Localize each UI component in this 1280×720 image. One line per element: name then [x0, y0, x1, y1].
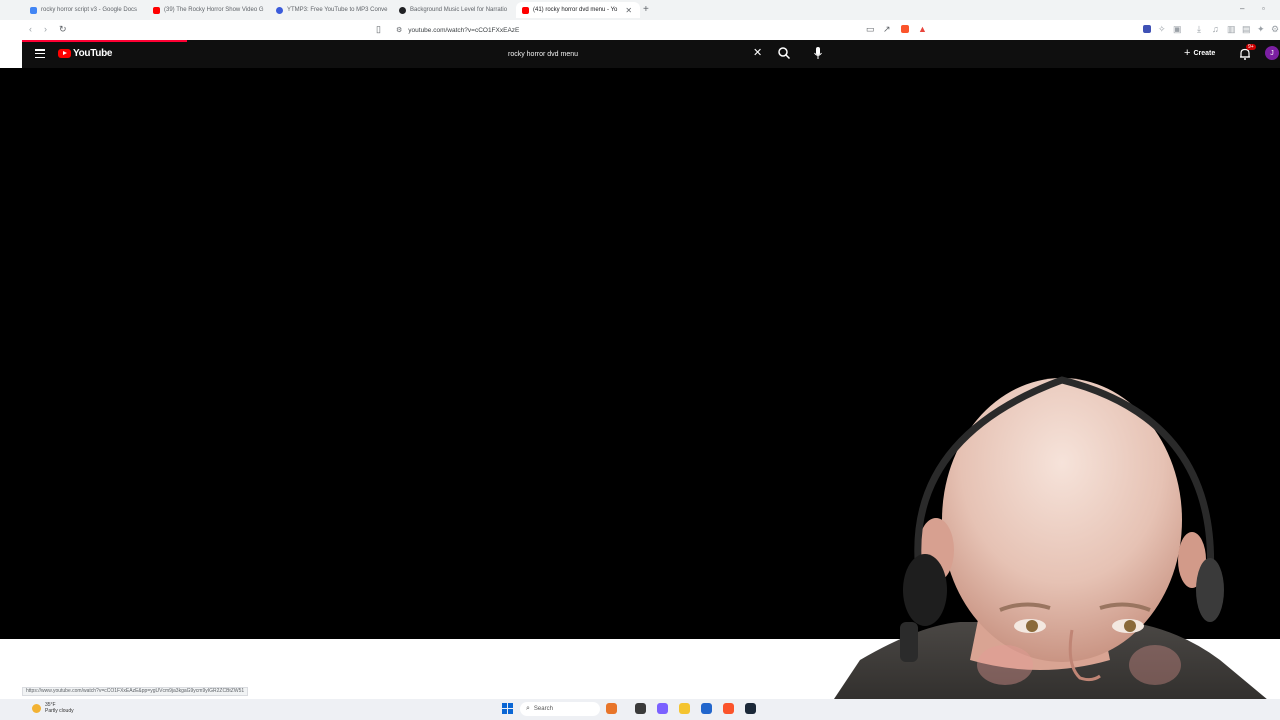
google-docs-icon [30, 6, 37, 14]
address-url: youtube.com/watch?v=cCO1FXxEAzE [408, 26, 520, 34]
page-load-progress-bar [22, 40, 187, 42]
close-tab-icon[interactable]: ✕ [625, 6, 632, 15]
tab-label: (39) The Rocky Horror Show Video G [164, 7, 264, 13]
taskbar-search-label: Search [533, 706, 553, 712]
share-icon[interactable]: ↗ [883, 24, 891, 35]
windows-taskbar: 35°F Partly cloudy ⌕ Search [0, 699, 1280, 720]
create-button[interactable]: + Create [1184, 47, 1215, 59]
chatgpt-icon [399, 6, 406, 14]
search-icon: ⌕ [526, 705, 530, 712]
sidebar-icon[interactable]: ▣ [1173, 24, 1182, 35]
screen: rocky horror script v3 - Google Docs (39… [0, 0, 1280, 720]
back-icon[interactable]: ‹ [29, 24, 32, 34]
microphone-icon[interactable] [812, 45, 824, 61]
weather-text: 35°F Partly cloudy [45, 702, 74, 714]
cast-icon[interactable]: ▭ [866, 24, 875, 35]
address-bar[interactable]: ⚙ youtube.com/watch?v=cCO1FXxEAzE [390, 22, 930, 38]
widget-app-icon[interactable] [606, 703, 617, 714]
steam-icon[interactable] [745, 703, 756, 714]
menu-icon[interactable]: ⚙ [1271, 24, 1279, 35]
maximize-icon[interactable]: ▫ [1262, 4, 1265, 13]
file-explorer-icon[interactable] [679, 703, 690, 714]
tab-label: (41) rocky horror dvd menu - Yo [533, 7, 618, 13]
tab-label: YTMP3: Free YouTube to MP3 Conve [287, 7, 388, 13]
tab-label: Background Music Level for Narratio [410, 7, 508, 13]
task-view-icon[interactable] [635, 703, 646, 714]
ytmp3-icon [276, 6, 283, 14]
hamburger-menu-icon[interactable] [35, 49, 45, 58]
forward-icon[interactable]: › [44, 24, 47, 34]
clear-search-icon[interactable]: ✕ [753, 46, 762, 59]
logo-text: YouTube [73, 48, 113, 59]
brave-browser-icon[interactable] [723, 703, 734, 714]
browser-toolbar: ‹ › ↻ ▯ ⚙ youtube.com/watch?v=cCO1FXxEAz… [0, 20, 1280, 40]
store-icon[interactable] [701, 703, 712, 714]
webcam-overlay [820, 376, 1280, 720]
tab-youtube-rocky-horror-show[interactable]: (39) The Rocky Horror Show Video G [147, 2, 269, 18]
notification-count-badge: 9+ [1246, 44, 1256, 50]
tab-google-docs[interactable]: rocky horror script v3 - Google Docs [24, 2, 146, 18]
weather-widget[interactable]: 35°F Partly cloudy [32, 702, 74, 714]
media-icon[interactable]: ♫ [1212, 24, 1219, 34]
wallet-icon[interactable]: ▤ [1242, 24, 1251, 35]
reload-icon[interactable]: ↻ [59, 24, 67, 35]
browser-tab-strip: rocky horror script v3 - Google Docs (39… [0, 0, 1280, 20]
youtube-logo[interactable]: YouTube [58, 48, 113, 59]
search-value: rocky horror dvd menu [508, 50, 579, 58]
windows-start-icon[interactable] [502, 703, 513, 714]
search-input[interactable]: rocky horror dvd menu [500, 44, 770, 64]
minimize-icon[interactable]: – [1240, 4, 1244, 13]
bookmark-icon[interactable]: ▯ [376, 24, 381, 35]
extension-icon[interactable] [1143, 25, 1151, 33]
site-info-icon[interactable]: ⚙ [396, 26, 402, 34]
copilot-icon[interactable] [657, 703, 668, 714]
leo-icon[interactable]: ✦ [1257, 24, 1265, 35]
youtube-play-icon [58, 49, 71, 58]
tab-background-music[interactable]: Background Music Level for Narratio [393, 2, 515, 18]
tab-rocky-horror-dvd-menu[interactable]: (41) rocky horror dvd menu - Yo ✕ [516, 2, 640, 18]
split-view-icon[interactable]: ▥ [1227, 24, 1236, 35]
create-label: Create [1193, 49, 1216, 57]
download-icon[interactable]: ⤓ [1197, 24, 1201, 35]
youtube-header: YouTube rocky horror dvd menu ✕ + Create… [22, 40, 1280, 68]
search-icon[interactable] [776, 45, 792, 61]
tab-ytmp3[interactable]: YTMP3: Free YouTube to MP3 Conve [270, 2, 392, 18]
tab-label: rocky horror script v3 - Google Docs [41, 7, 138, 13]
brave-shields-icon[interactable] [901, 25, 909, 33]
brave-rewards-icon[interactable]: ▲ [918, 24, 927, 34]
extensions-icon[interactable]: ✧ [1158, 24, 1166, 35]
youtube-icon [153, 6, 160, 14]
plus-icon: + [1184, 47, 1191, 59]
weather-description: Partly cloudy [45, 708, 74, 714]
avatar-letter: J [1270, 49, 1274, 57]
account-avatar[interactable]: J [1265, 46, 1279, 60]
taskbar-search-box[interactable]: ⌕ Search [520, 702, 600, 716]
youtube-icon [522, 6, 529, 14]
link-status-bar: https://www.youtube.com/watch?v=cCO1FXxE… [22, 687, 249, 696]
partly-cloudy-icon [32, 703, 41, 713]
new-tab-button[interactable]: + [643, 4, 649, 15]
